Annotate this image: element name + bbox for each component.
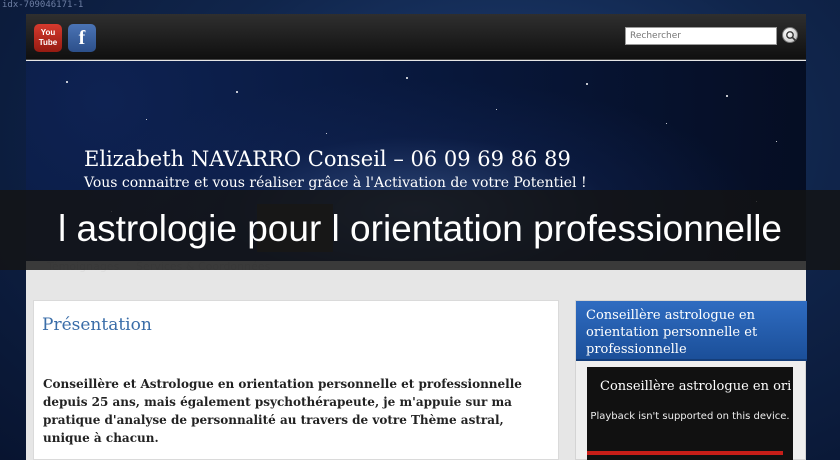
sidebar-title: Conseillère astrologue en orientation pe…: [576, 301, 807, 361]
page-title: l astrologie pour l orientation professi…: [58, 208, 782, 249]
presentation-text: Conseillère et Astrologue en orientation…: [43, 377, 522, 445]
youtube-icon-label: You Tube: [38, 28, 58, 47]
video-player[interactable]: Conseillère astrologue en ori Playback i…: [587, 367, 793, 460]
main-content: Présentation Conseillère et Astrologue e…: [33, 300, 559, 460]
facebook-icon-label: f: [78, 27, 86, 49]
site-title: Elizabeth NAVARRO Conseil – 06 09 69 86 …: [84, 147, 571, 171]
sidebar-widget: Conseillère astrologue en orientation pe…: [575, 300, 807, 460]
page-title-overlay: l astrologie pour l orientation professi…: [0, 190, 840, 270]
site-subtitle: Vous connaitre et vous réaliser grâce à …: [84, 175, 587, 191]
page-id-label: idx-709046171-1: [2, 0, 84, 10]
search-icon: [786, 31, 797, 42]
video-title: Conseillère astrologue en ori: [600, 379, 792, 394]
search-input[interactable]: [625, 27, 777, 45]
top-bar: You Tube f: [26, 14, 806, 60]
video-unsupported-message: Playback isn't supported on this device.: [590, 411, 790, 422]
search-button[interactable]: [782, 27, 798, 43]
section-title[interactable]: Présentation: [42, 315, 152, 335]
video-progress-bar: [587, 451, 783, 455]
youtube-icon[interactable]: You Tube: [34, 24, 62, 52]
facebook-icon[interactable]: f: [68, 24, 96, 52]
